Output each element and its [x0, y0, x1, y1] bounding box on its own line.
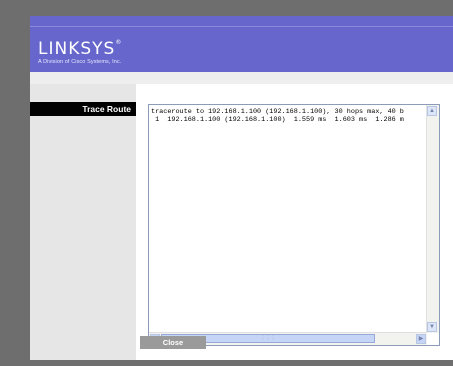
vertical-scrollbar[interactable]: ▲ ▼	[426, 105, 439, 333]
scroll-down-icon[interactable]: ▼	[427, 322, 437, 332]
scroll-up-icon[interactable]: ▲	[427, 106, 437, 116]
trace-output-textarea[interactable]: traceroute to 192.168.1.100 (192.168.1.1…	[148, 104, 440, 346]
trademark-symbol: ®	[115, 39, 123, 46]
brand-tagline: A Division of Cisco Systems, Inc.	[38, 59, 122, 65]
top-band	[30, 16, 453, 26]
linksys-logo: LINKSYS®	[38, 39, 122, 59]
trace-line: traceroute to 192.168.1.100 (192.168.1.1…	[151, 108, 404, 116]
left-panel	[30, 84, 136, 360]
trace-output-text: traceroute to 192.168.1.100 (192.168.1.1…	[151, 108, 427, 316]
section-title-trace-route: Trace Route	[30, 102, 136, 116]
router-page: LINKSYS® A Division of Cisco Systems, In…	[30, 16, 453, 360]
scroll-right-icon[interactable]: ▶	[416, 334, 426, 344]
logo-text: LINKSYS	[38, 39, 116, 59]
trace-line: 1 192.168.1.100 (192.168.1.100) 1.559 ms…	[151, 116, 404, 124]
close-button[interactable]: Close	[140, 336, 206, 349]
header-strip	[30, 72, 453, 84]
